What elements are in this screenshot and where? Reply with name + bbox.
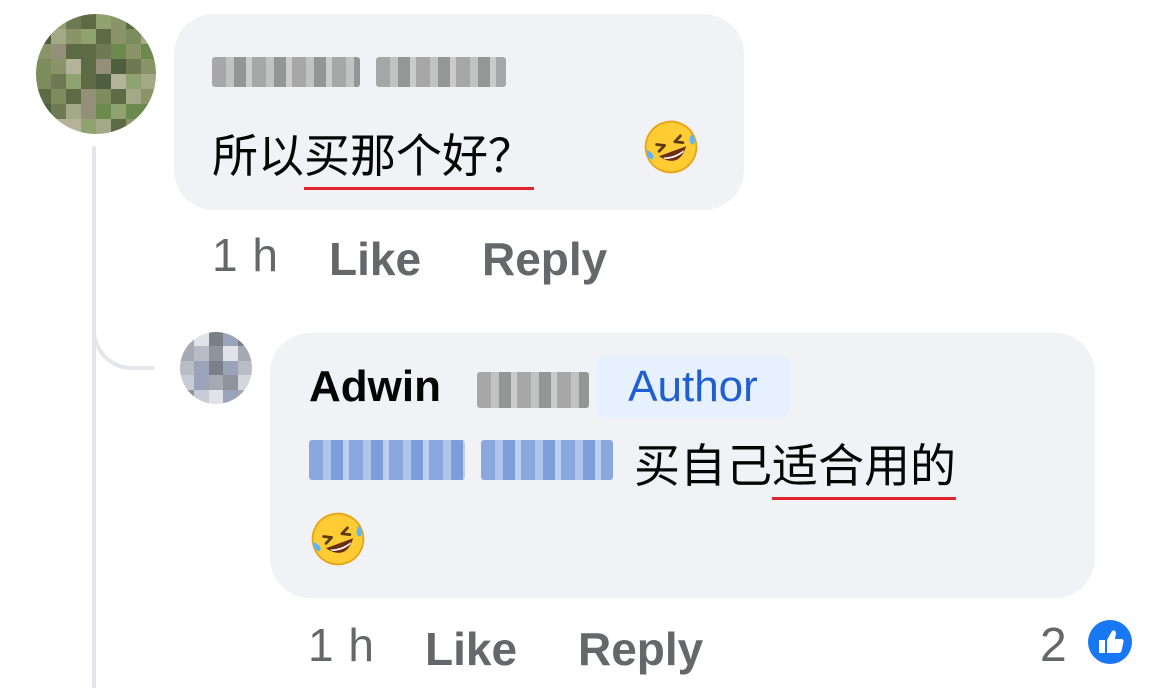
mentioned-name-redacted[interactable] (309, 440, 465, 480)
reply-text-underlined: 适合用的 (772, 439, 956, 500)
author-badge: Author (597, 356, 789, 418)
reply-button[interactable]: Reply (482, 232, 607, 286)
like-button[interactable]: Like (329, 232, 421, 286)
comment-timestamp[interactable]: 1 h (212, 228, 279, 282)
comment-thread: 所以买那个好？ 1 h Like Reply Adwin Author 买自己适… (0, 0, 1170, 688)
avatar[interactable] (36, 14, 156, 134)
laughing-emoji-icon (311, 512, 365, 566)
reply-text: 买自己适合用的 (634, 430, 956, 500)
comment-text-underlined: 买那个好？ (304, 129, 534, 190)
author-last-name-redacted[interactable] (477, 372, 589, 408)
avatar[interactable] (180, 332, 252, 404)
thumbs-up-reaction-icon[interactable] (1084, 616, 1136, 668)
thread-line (92, 146, 96, 688)
thread-connector (92, 290, 154, 370)
commenter-name-redacted[interactable] (212, 57, 360, 87)
comment-text: 所以买那个好？ (212, 120, 534, 190)
reply-button[interactable]: Reply (578, 622, 703, 676)
commenter-name-redacted[interactable] (376, 57, 506, 87)
laughing-emoji-icon (644, 120, 698, 174)
author-name[interactable]: Adwin (309, 362, 441, 412)
mentioned-name-redacted[interactable] (481, 440, 613, 480)
like-button[interactable]: Like (425, 622, 517, 676)
reaction-count[interactable]: 2 (1040, 618, 1067, 673)
reply-timestamp[interactable]: 1 h (308, 618, 375, 672)
